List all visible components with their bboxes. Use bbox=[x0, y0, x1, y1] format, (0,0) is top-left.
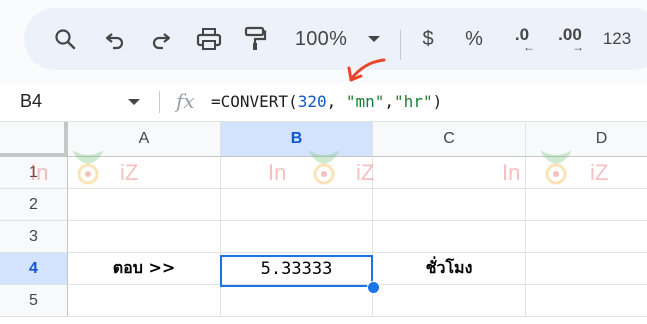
toolbar-area: 100% $ % .0 ← .00 → 123 bbox=[0, 0, 647, 84]
watermark-logo: In iZ bbox=[268, 142, 388, 188]
more-formats-button[interactable]: 123 bbox=[600, 8, 634, 70]
watermark-right-text: iZ bbox=[120, 160, 139, 185]
watermark-owl-icon bbox=[308, 150, 340, 185]
search-icon[interactable] bbox=[50, 8, 80, 70]
print-icon[interactable] bbox=[194, 8, 224, 70]
percent-format-button[interactable]: % bbox=[462, 8, 486, 70]
cell-b2[interactable] bbox=[221, 189, 373, 221]
paint-format-icon[interactable] bbox=[240, 8, 270, 70]
formula-prefix: =CONVERT( bbox=[211, 92, 298, 111]
cell-c3[interactable] bbox=[373, 221, 526, 253]
watermark-right-text: iZ bbox=[356, 160, 375, 185]
cell-a4[interactable]: ตอบ >> bbox=[68, 253, 221, 285]
cell-d5[interactable] bbox=[526, 285, 647, 317]
left-arrow-icon: ← bbox=[523, 40, 535, 54]
row-header-4[interactable]: 4 bbox=[0, 253, 68, 285]
toolbar-divider bbox=[400, 30, 401, 60]
cell-b5[interactable] bbox=[221, 285, 373, 317]
formula-string-from: "mn" bbox=[345, 92, 385, 111]
watermark-left-text: In bbox=[268, 160, 287, 185]
cell-a5[interactable] bbox=[68, 285, 221, 317]
watermark-left-text: In bbox=[30, 160, 49, 185]
row-header-5[interactable]: 5 bbox=[0, 285, 68, 317]
formula-separator: , bbox=[326, 92, 346, 111]
annotation-arrow-icon bbox=[347, 58, 386, 82]
watermark-left-text: In bbox=[502, 160, 521, 185]
formula-string-to: "hr" bbox=[394, 92, 433, 111]
watermark-logo: In iZ bbox=[30, 142, 150, 188]
watermark-logo: In iZ bbox=[502, 142, 622, 188]
redo-icon[interactable] bbox=[146, 8, 176, 70]
formula-number: 320 bbox=[297, 92, 327, 111]
cell-d2[interactable] bbox=[526, 189, 647, 221]
watermark-owl-icon bbox=[72, 150, 104, 185]
cell-c2[interactable] bbox=[373, 189, 526, 221]
currency-format-button[interactable]: $ bbox=[416, 8, 440, 70]
formula-bar-divider bbox=[159, 91, 160, 113]
cell-b3[interactable] bbox=[221, 221, 373, 253]
toolbar: 100% $ % .0 ← .00 → 123 bbox=[24, 8, 647, 70]
formula-input[interactable]: =CONVERT(320, "mn","hr") bbox=[211, 92, 442, 111]
watermark-right-text: iZ bbox=[590, 160, 609, 185]
undo-icon[interactable] bbox=[100, 8, 130, 70]
row-header-3[interactable]: 3 bbox=[0, 221, 68, 253]
function-icon: fx bbox=[176, 89, 195, 113]
cell-a2[interactable] bbox=[68, 189, 221, 221]
cell-c4[interactable]: ชั่วโมง bbox=[373, 253, 526, 285]
cell-d3[interactable] bbox=[526, 221, 647, 253]
fill-handle[interactable] bbox=[367, 281, 380, 294]
row-header-2[interactable]: 2 bbox=[0, 189, 68, 221]
name-box[interactable]: B4 bbox=[20, 91, 42, 112]
cell-d4[interactable] bbox=[526, 253, 647, 285]
cell-c5[interactable] bbox=[373, 285, 526, 317]
formula-bar: B4 fx =CONVERT(320, "mn","hr") bbox=[0, 84, 647, 122]
cell-a3[interactable] bbox=[68, 221, 221, 253]
formula-comma: , bbox=[384, 92, 395, 111]
watermark-owl-icon bbox=[540, 150, 572, 185]
decrease-decimal-button[interactable]: .0 ← bbox=[504, 8, 540, 70]
active-cell-border bbox=[220, 255, 373, 287]
increase-decimal-button[interactable]: .00 → bbox=[552, 8, 588, 70]
name-box-dropdown-icon[interactable] bbox=[128, 99, 140, 105]
right-arrow-icon: → bbox=[572, 40, 584, 54]
formula-close: ) bbox=[432, 92, 443, 111]
